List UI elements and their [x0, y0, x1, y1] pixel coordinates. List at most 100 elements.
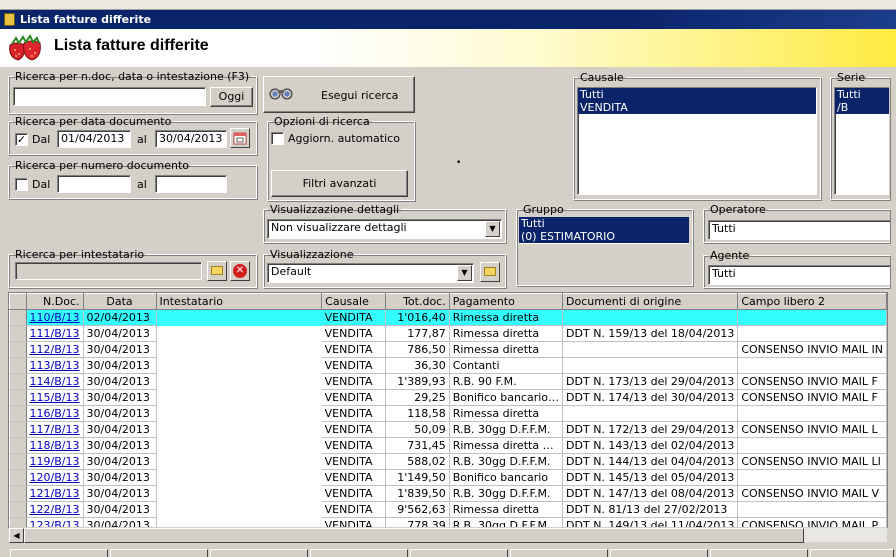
row-selector[interactable] — [9, 341, 27, 358]
bottom-button[interactable] — [10, 549, 108, 557]
cell-ndoc[interactable]: 111/B/13 — [26, 325, 84, 342]
cell-causale: VENDITA — [321, 405, 386, 422]
table-row[interactable]: 114/B/13 30/04/2013 VENDITA 1'389,93 R.B. 90… — [9, 373, 887, 390]
bottom-button[interactable] — [110, 549, 208, 557]
causale-option[interactable]: Tutti — [578, 88, 816, 101]
column-header-causale[interactable]: Causale — [321, 293, 386, 310]
cell-causale: VENDITA — [321, 421, 386, 438]
table-row[interactable]: 117/B/13 30/04/2013 VENDITA 50,09 R.B. 30gg … — [9, 421, 887, 438]
table-row[interactable]: 122/B/13 30/04/2013 VENDITA 9'562,63 Rimessa… — [9, 501, 887, 518]
number-from-input[interactable] — [57, 175, 131, 193]
cell-ndoc[interactable]: 113/B/13 — [26, 357, 84, 374]
chevron-down-icon[interactable]: ▼ — [485, 221, 500, 237]
cell-ndoc[interactable]: 110/B/13 — [26, 309, 84, 326]
holder-folder-button[interactable] — [207, 261, 227, 281]
column-header-pagamento[interactable]: Pagamento — [448, 293, 564, 310]
table-row[interactable]: 112/B/13 30/04/2013 VENDITA 786,50 Rimessa d… — [9, 341, 887, 358]
table-row[interactable]: 120/B/13 30/04/2013 VENDITA 1'149,50 Bonific… — [9, 469, 887, 486]
table-row[interactable]: 113/B/13 30/04/2013 VENDITA 36,30 Contanti — [9, 357, 887, 374]
calendar-button[interactable] — [230, 128, 250, 148]
column-header-campo[interactable]: Campo libero 2 — [737, 293, 887, 310]
cell-ndoc[interactable]: 121/B/13 — [26, 485, 84, 502]
cell-ndoc[interactable]: 122/B/13 — [26, 501, 84, 518]
gruppo-option[interactable]: Tutti — [519, 217, 689, 230]
row-selector[interactable] — [9, 485, 27, 502]
auto-update-checkbox[interactable] — [271, 132, 284, 145]
scroll-thumb[interactable] — [24, 528, 804, 543]
bottom-button[interactable] — [710, 549, 808, 557]
cell-ndoc[interactable]: 117/B/13 — [26, 421, 84, 438]
bottom-button[interactable] — [810, 549, 894, 557]
bottom-button[interactable] — [210, 549, 308, 557]
bottom-button[interactable] — [310, 549, 408, 557]
cell-campo — [737, 309, 887, 326]
cell-ndoc[interactable]: 116/B/13 — [26, 405, 84, 422]
row-selector[interactable] — [9, 453, 27, 470]
bottom-button[interactable] — [610, 549, 708, 557]
scroll-left-icon[interactable]: ◀ — [9, 528, 24, 543]
chevron-down-icon[interactable]: ▼ — [457, 265, 472, 281]
today-button[interactable]: Oggi — [210, 87, 253, 107]
cell-ndoc[interactable]: 119/B/13 — [26, 453, 84, 470]
cell-tot: 786,50 — [385, 341, 450, 358]
table-row[interactable]: 118/B/13 30/04/2013 VENDITA 731,45 Rimessa d… — [9, 437, 887, 454]
date-to-input[interactable]: 30/04/2013 — [155, 130, 227, 148]
serie-option[interactable]: /B — [835, 101, 889, 114]
holder-clear-button[interactable]: ✕ — [230, 261, 250, 281]
column-header-data[interactable]: Data — [82, 293, 157, 310]
gruppo-listbox[interactable]: Tutti (0) ESTIMATORIO — [519, 217, 689, 244]
cell-ndoc[interactable]: 112/B/13 — [26, 341, 84, 358]
operator-select[interactable]: Tutti — [708, 220, 890, 240]
causale-option[interactable]: VENDITA — [578, 101, 816, 114]
number-search-checkbox[interactable] — [15, 178, 28, 191]
table-row[interactable]: 121/B/13 30/04/2013 VENDITA 1'839,50 R.B. 30… — [9, 485, 887, 502]
table-row[interactable]: 111/B/13 30/04/2013 VENDITA 177,87 Rimessa d… — [9, 325, 887, 342]
bottom-button[interactable] — [510, 549, 608, 557]
column-header-ndoc[interactable]: N.Doc. — [25, 293, 84, 310]
serie-listbox[interactable]: Tutti /B — [834, 87, 889, 195]
table-row[interactable]: 115/B/13 30/04/2013 VENDITA 29,25 Bonifico b… — [9, 389, 887, 406]
table-row[interactable]: 116/B/13 30/04/2013 VENDITA 118,58 Rimessa d… — [9, 405, 887, 422]
row-selector[interactable] — [9, 325, 27, 342]
date-from-input[interactable]: 01/04/2013 — [57, 130, 131, 148]
cell-ndoc[interactable]: 120/B/13 — [26, 469, 84, 486]
cell-pagamento: Rimessa diretta — [449, 341, 564, 358]
cell-ndoc[interactable]: 118/B/13 — [26, 437, 84, 454]
serie-option[interactable]: Tutti — [835, 88, 889, 101]
row-selector[interactable] — [9, 421, 27, 438]
row-selector[interactable] — [9, 437, 27, 454]
view-select[interactable]: Default ▼ — [267, 263, 474, 283]
bottom-button-strip — [0, 547, 896, 557]
row-selector[interactable] — [9, 357, 27, 374]
date-search-checkbox[interactable]: ✓ — [15, 133, 28, 146]
row-selector[interactable] — [9, 469, 27, 486]
details-select[interactable]: Non visualizzare dettagli ▼ — [267, 219, 502, 239]
cell-ndoc[interactable]: 114/B/13 — [26, 373, 84, 390]
cell-causale: VENDITA — [321, 309, 386, 326]
gruppo-option[interactable]: (0) ESTIMATORIO — [519, 230, 689, 243]
number-to-input[interactable] — [155, 175, 227, 193]
invoice-grid[interactable]: N.Doc. Data Intestatario Causale Tot.doc… — [8, 292, 888, 528]
row-selector-header[interactable] — [9, 293, 27, 310]
column-header-tot[interactable]: Tot.doc. — [384, 293, 450, 310]
causale-listbox[interactable]: Tutti VENDITA — [577, 87, 817, 195]
view-folder-button[interactable] — [480, 262, 500, 282]
row-selector[interactable] — [9, 389, 27, 406]
advanced-filters-button[interactable]: Filtri avanzati — [271, 170, 408, 197]
table-row[interactable]: 119/B/13 30/04/2013 VENDITA 588,02 R.B. 30gg… — [9, 453, 887, 470]
column-header-intestatario[interactable]: Intestatario — [155, 293, 323, 310]
row-selector[interactable] — [9, 405, 27, 422]
cell-ndoc[interactable]: 115/B/13 — [26, 389, 84, 406]
horizontal-scrollbar[interactable]: ◀ — [9, 527, 887, 543]
bottom-button[interactable] — [410, 549, 508, 557]
agent-select[interactable]: Tutti — [708, 265, 890, 285]
cell-pagamento: Rimessa diretta — [449, 325, 564, 342]
column-header-origine[interactable]: Documenti di origine — [562, 293, 739, 310]
search-input[interactable] — [13, 87, 206, 106]
run-search-button[interactable]: Esegui ricerca — [263, 76, 415, 113]
row-selector[interactable] — [9, 373, 27, 390]
row-selector[interactable] — [9, 501, 27, 518]
table-row[interactable]: 110/B/13 02/04/2013 VENDITA 1'016,40 Rimessa… — [9, 309, 887, 326]
row-selector[interactable] — [9, 309, 27, 326]
holder-input[interactable] — [15, 262, 202, 280]
